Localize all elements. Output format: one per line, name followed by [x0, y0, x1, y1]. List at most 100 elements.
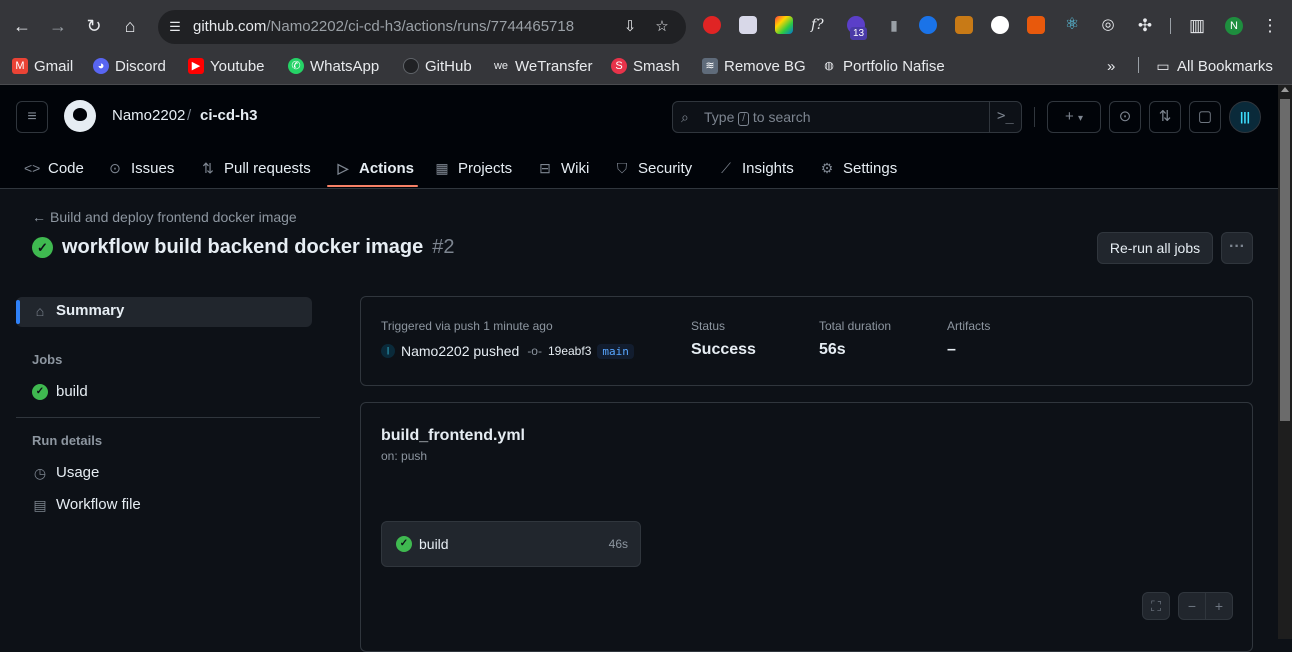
bookmark-gmail[interactable]: M Gmail: [12, 55, 73, 77]
commit-icon: -o-: [527, 344, 542, 358]
toolbar-divider: [1170, 18, 1171, 34]
check-circle-icon: ✓: [32, 383, 48, 400]
tab-pull-requests[interactable]: ⇅ Pull requests: [200, 147, 311, 189]
issues-icon[interactable]: ⊙: [1109, 101, 1141, 133]
sidebar-summary-label[interactable]: ⌂ Summary: [32, 302, 125, 319]
back-to-workflow-link[interactable]: ← Build and deploy frontend docker image: [32, 209, 297, 225]
home-icon: ⌂: [35, 302, 45, 319]
status-label: Status: [691, 319, 726, 333]
tab-projects[interactable]: ▦ Projects: [434, 147, 512, 189]
extension-font-icon[interactable]: f?: [811, 16, 829, 34]
fullscreen-icon[interactable]: ⛶: [1142, 592, 1170, 620]
extension-chart-icon[interactable]: [739, 16, 757, 34]
trigger-text: Triggered via push 1 minute ago: [381, 319, 553, 333]
sidebar-divider: [16, 417, 320, 418]
all-bookmarks[interactable]: ▭ All Bookmarks: [1155, 55, 1272, 77]
chrome-menu-icon[interactable]: ⋮: [1258, 14, 1282, 38]
extension-mouse-icon[interactable]: ▮: [885, 16, 903, 34]
zoom-out-icon[interactable]: −: [1178, 592, 1206, 620]
reload-icon[interactable]: ↻: [82, 14, 106, 38]
bookmark-remove-bg[interactable]: ≋ Remove BG: [702, 55, 806, 77]
bookmark-portfolio[interactable]: ◍ Portfolio Nafise: [821, 55, 945, 77]
tab-settings[interactable]: ⚙ Settings: [819, 147, 897, 189]
bookmark-wetransfer[interactable]: we WeTransfer: [493, 55, 593, 77]
scrollbar-thumb[interactable]: [1280, 99, 1290, 421]
extension-color-icon[interactable]: [775, 16, 793, 34]
extension-badge: 13: [850, 27, 868, 40]
forward-arrow-icon[interactable]: →: [46, 14, 70, 38]
status-value: Success: [691, 341, 756, 358]
bookmark-star-icon[interactable]: ☆: [652, 17, 672, 37]
rerun-all-jobs-button[interactable]: Re-run all jobs: [1097, 232, 1213, 264]
tab-issues[interactable]: ⊙ Issues: [107, 147, 174, 189]
job-node-build[interactable]: ✓ build 46s: [381, 521, 641, 567]
globe-icon: ◍: [824, 60, 834, 72]
bookmark-smash[interactable]: S Smash: [611, 55, 680, 77]
more-bookmarks-icon[interactable]: »: [1107, 55, 1115, 77]
bookmark-youtube[interactable]: ▶ Youtube: [188, 55, 265, 77]
extension-box-icon[interactable]: [955, 16, 973, 34]
bookmark-discord[interactable]: ◕ Discord: [93, 55, 166, 77]
create-new-button[interactable]: + ▾: [1047, 101, 1101, 133]
job-node-duration: 46s: [608, 537, 628, 551]
extension-figure-icon[interactable]: [1027, 16, 1045, 34]
bookmark-whatsapp[interactable]: ✆ WhatsApp: [288, 55, 379, 77]
job-node-name: build: [419, 536, 449, 552]
breadcrumb-separator: /: [187, 107, 192, 124]
hamburger-menu-icon[interactable]: ≡: [16, 101, 48, 133]
pusher-text[interactable]: Namo2202 pushed: [401, 343, 519, 359]
tab-actions[interactable]: ▷ Actions: [335, 147, 414, 189]
sidebar-item-workflow-file[interactable]: ▤ Workflow file: [32, 496, 140, 513]
extension-adblock-icon[interactable]: [703, 16, 721, 34]
run-title-text: workflow build backend docker image: [62, 236, 424, 258]
breadcrumb-repo[interactable]: ci-cd-h3: [200, 107, 258, 124]
file-code-icon: ▤: [33, 496, 47, 513]
page-scrollbar[interactable]: [1278, 85, 1292, 639]
tab-security[interactable]: ⛉ Security: [614, 147, 692, 189]
address-bar[interactable]: ☰ github.com/Namo2202/ci-cd-h3/actions/r…: [158, 10, 686, 44]
artifacts-label: Artifacts: [947, 319, 991, 333]
run-number: #2: [432, 236, 455, 258]
sidebar-item-build[interactable]: ✓ build: [32, 383, 88, 400]
pusher-avatar[interactable]: |: [381, 344, 395, 358]
workflow-file-name[interactable]: build_frontend.yml: [381, 427, 525, 445]
user-avatar[interactable]: |||: [1229, 101, 1261, 133]
tab-wiki[interactable]: ⊟ Wiki: [537, 147, 589, 189]
table-icon: ▦: [435, 159, 449, 176]
branch-badge[interactable]: main: [597, 343, 634, 359]
bookmark-github[interactable]: GitHub: [403, 55, 472, 77]
home-icon[interactable]: ⌂: [118, 14, 142, 38]
extension-dot-icon[interactable]: [991, 16, 1009, 34]
code-icon: <>: [24, 160, 41, 176]
extension-target-icon[interactable]: ◎: [1099, 16, 1117, 34]
inbox-icon[interactable]: ▢: [1189, 101, 1221, 133]
header-divider: [1034, 107, 1035, 127]
commit-sha-link[interactable]: 19eabf3: [548, 344, 591, 358]
commit-info: | Namo2202 pushed -o- 19eabf3 main: [381, 343, 634, 359]
side-panel-icon[interactable]: ▥: [1185, 14, 1209, 38]
sidebar-item-usage[interactable]: ◷ Usage: [32, 464, 99, 481]
youtube-icon: ▶: [188, 58, 204, 74]
breadcrumb-owner[interactable]: Namo2202: [112, 107, 185, 124]
site-info-icon[interactable]: ☰: [166, 18, 184, 36]
url-text[interactable]: github.com/Namo2202/ci-cd-h3/actions/run…: [193, 18, 574, 35]
zoom-in-icon[interactable]: +: [1205, 592, 1233, 620]
folder-icon: ▭: [1156, 58, 1170, 74]
install-app-icon[interactable]: ⇩: [620, 17, 640, 37]
back-arrow-icon[interactable]: ←: [10, 14, 34, 38]
extensions-puzzle-icon[interactable]: ✣: [1133, 14, 1157, 38]
tab-code[interactable]: <> Code: [24, 147, 84, 189]
github-logo-icon[interactable]: [64, 100, 96, 132]
whatsapp-icon: ✆: [288, 58, 304, 74]
bookmarks-bar: M Gmail ◕ Discord ▶ Youtube ✆ WhatsApp GitHu…: [0, 52, 1292, 85]
more-options-icon[interactable]: ···: [1221, 232, 1253, 264]
search-input[interactable]: ⌕ Type / to search >_: [672, 101, 1022, 133]
tab-insights[interactable]: ⟋ Insights: [718, 147, 794, 189]
profile-avatar[interactable]: N: [1225, 17, 1243, 35]
extension-globe-icon[interactable]: [919, 16, 937, 34]
gear-icon: ⚙: [820, 159, 834, 176]
scroll-up-arrow-icon[interactable]: [1281, 87, 1289, 92]
command-palette-icon[interactable]: >_: [997, 108, 1014, 124]
pull-requests-icon[interactable]: ⇅: [1149, 101, 1181, 133]
extension-react-icon[interactable]: ⚛: [1063, 16, 1081, 34]
